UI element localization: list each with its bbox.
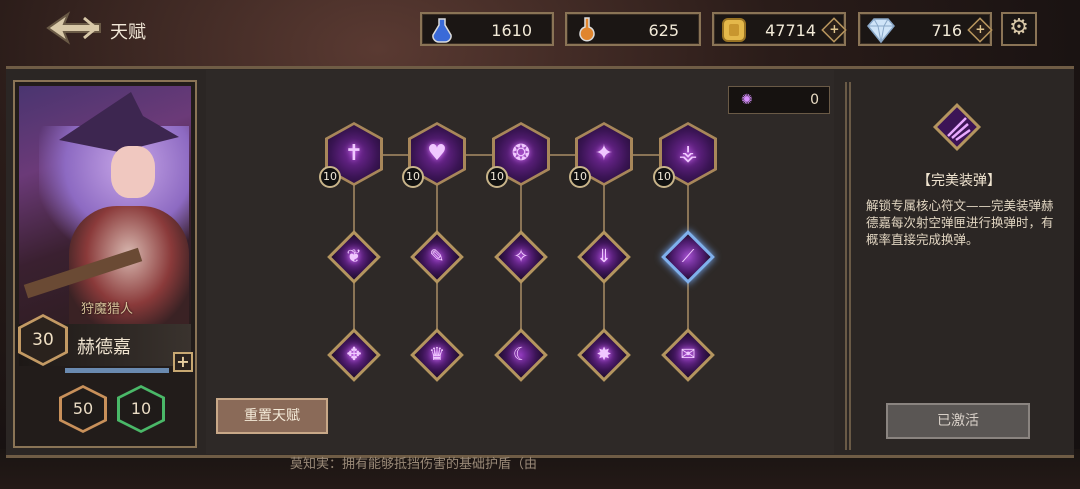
talent-title: 【完美装弹】: [917, 173, 1001, 189]
back-arrow-icon: [46, 11, 101, 45]
gear-icon: ⚙: [1009, 15, 1029, 40]
stat-b-value: 10: [120, 388, 162, 430]
diamond-value: 716: [931, 21, 962, 40]
stat-hex-green: 10: [117, 385, 165, 433]
talent-core-node[interactable]: ♥ 10: [402, 122, 466, 188]
talent-core-node[interactable]: ✝ 10: [319, 122, 383, 188]
plus-icon: +: [829, 21, 840, 37]
talent-description: 解锁专属核心符文——完美装弹赫德嘉每次射空弹匣进行换弹时，有概率直接完成换弹。: [866, 198, 1054, 247]
talent-glyph-icon: ⟋: [681, 246, 695, 267]
back-button[interactable]: [44, 10, 104, 46]
rune-count: 0: [810, 92, 819, 108]
talent-glyph-icon: ✧: [513, 246, 529, 267]
talent-glyph-icon: ✥: [346, 344, 362, 365]
talent-node[interactable]: ♛: [408, 326, 466, 384]
panel-divider[interactable]: [845, 82, 851, 450]
diamond-icon: [866, 16, 895, 44]
resource-gold: 47714 +: [712, 12, 847, 46]
hero-name: 赫德嘉: [77, 337, 131, 358]
hero-upgrade-button[interactable]: +: [173, 352, 193, 372]
talent-glyph-icon: ♛: [428, 344, 446, 365]
hero-card[interactable]: 狩魔猎人 30 赫德嘉 + 50 10: [13, 80, 197, 448]
talent-node[interactable]: ❦: [325, 228, 383, 286]
talent-node[interactable]: ✥: [325, 326, 383, 384]
resource-blue-potion: 1610: [420, 12, 554, 46]
settings-button[interactable]: ⚙: [1001, 12, 1037, 46]
orange-potion-icon: [573, 16, 601, 44]
selected-talent-icon: [928, 98, 986, 156]
talent-glyph-icon: ✸: [596, 344, 612, 365]
bottom-hint-text: 莫知実：拥有能够抵挡伤害的基础护盾（由: [290, 457, 538, 472]
top-bar: 天赋 1610 625 47714 + 716 + ⚙: [0, 0, 1080, 62]
talent-level-badge: 10: [402, 166, 424, 188]
talent-glyph-icon: ☾: [512, 344, 530, 365]
talent-node[interactable]: ✎: [408, 228, 466, 286]
orange-potion-value: 625: [648, 21, 679, 40]
talent-node[interactable]: ☾: [492, 326, 550, 384]
talent-node[interactable]: ⇓: [575, 228, 633, 286]
talent-level-badge: 10: [486, 166, 508, 188]
stat-a-value: 50: [62, 388, 104, 430]
talent-node[interactable]: ✧: [492, 228, 550, 286]
rune-gem-icon: ✺: [741, 92, 753, 108]
talent-node[interactable]: ✸: [575, 326, 633, 384]
plus-icon: +: [975, 21, 986, 37]
reset-talents-button[interactable]: 重置天赋: [216, 398, 328, 434]
blue-potion-value: 1610: [491, 21, 532, 40]
talent-core-node[interactable]: ⚶ 10: [653, 122, 717, 188]
talent-node[interactable]: ✉: [659, 326, 717, 384]
talent-level-badge: 10: [653, 166, 675, 188]
add-diamond-button[interactable]: +: [967, 17, 993, 43]
blue-potion-icon: [428, 16, 456, 44]
talent-glyph-icon: ⇓: [596, 246, 612, 267]
talent-level-badge: 10: [319, 166, 341, 188]
resource-orange-potion: 625: [565, 12, 701, 46]
talent-level-badge: 10: [569, 166, 591, 188]
talent-glyph-icon: ✉: [680, 344, 696, 365]
gold-value: 47714: [765, 21, 816, 40]
talent-core-node[interactable]: ❂ 10: [486, 122, 550, 188]
page-title: 天赋: [110, 22, 146, 43]
talent-node-selected[interactable]: ⟋: [659, 228, 717, 286]
hero-xp-bar: [65, 368, 170, 373]
talent-glyph-icon: ✎: [429, 246, 445, 267]
stat-hex-orange: 50: [59, 385, 107, 433]
talent-glyph-icon: ❦: [346, 246, 362, 267]
talent-core-node[interactable]: ✦ 10: [569, 122, 633, 188]
gold-coin-icon: [720, 16, 748, 44]
activated-button[interactable]: 已激活: [886, 403, 1030, 439]
rune-counter: ✺ 0: [728, 86, 830, 114]
add-gold-button[interactable]: +: [821, 17, 847, 43]
resource-diamond: 716 +: [858, 12, 993, 46]
hero-class-label: 狩魔猎人: [80, 302, 133, 317]
hero-portrait: [19, 86, 191, 326]
